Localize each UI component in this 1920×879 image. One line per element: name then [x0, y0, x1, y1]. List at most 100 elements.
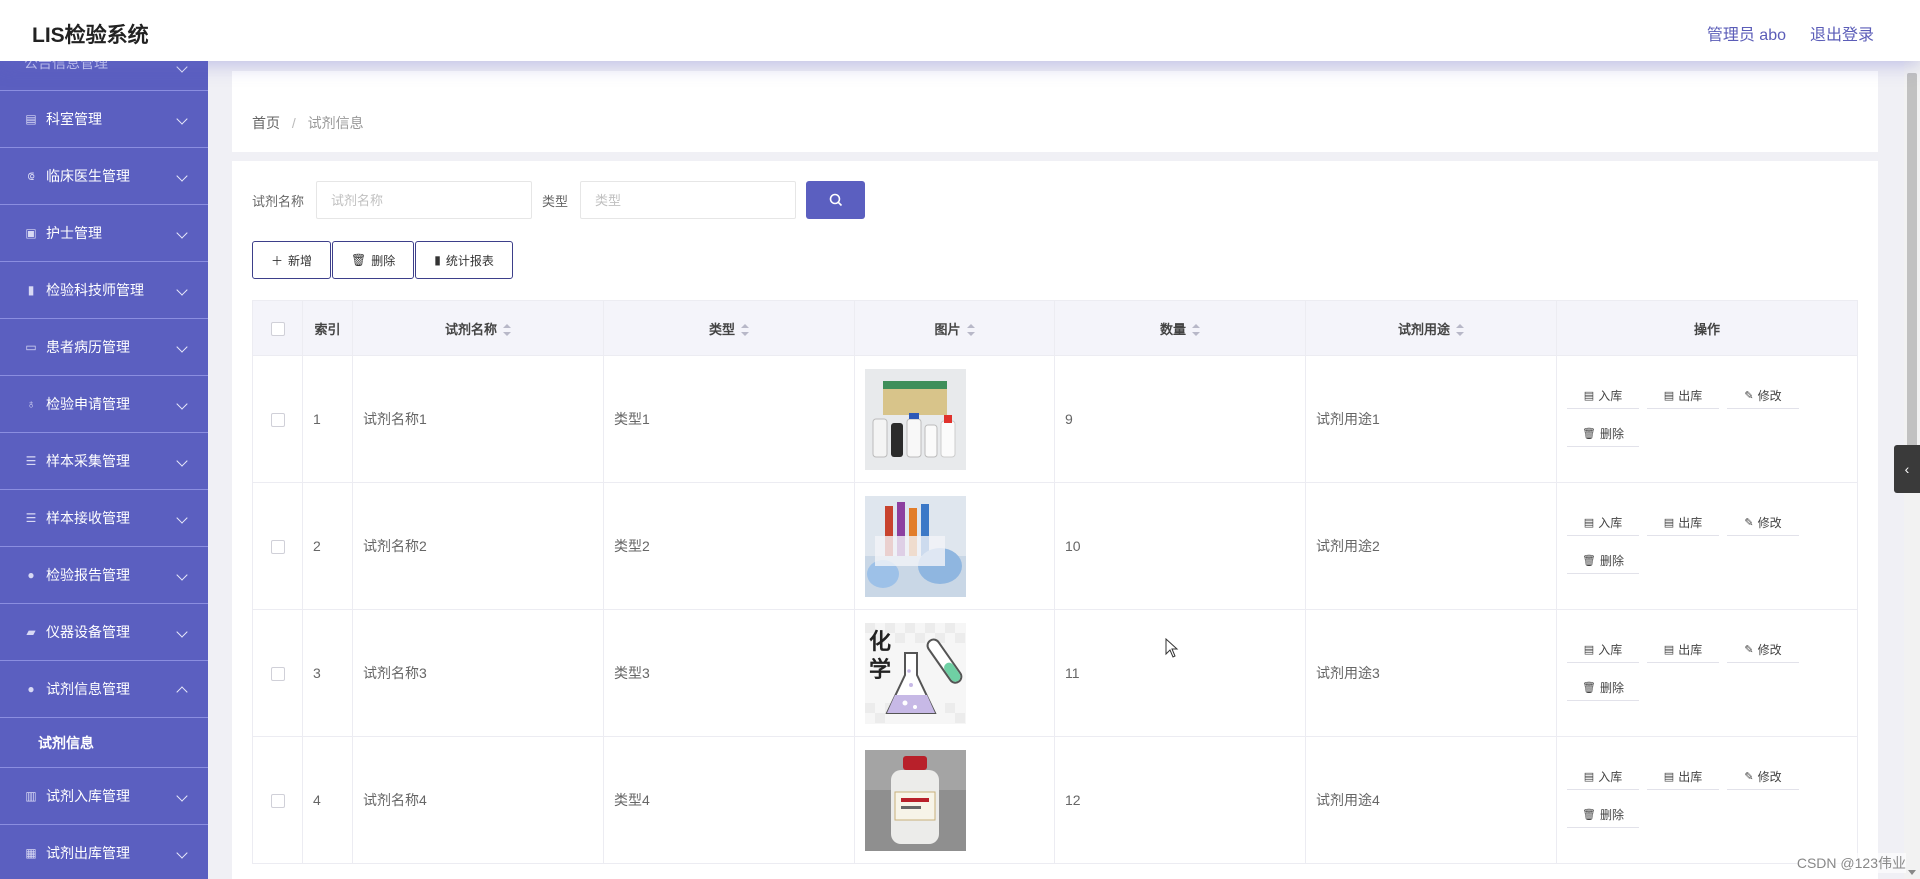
sidebar-item-announcements[interactable]: 公告信息管理	[0, 61, 208, 91]
current-user[interactable]: 管理员 abo	[1707, 21, 1786, 45]
bar-chart-icon: ▮	[27, 283, 35, 297]
select-all-checkbox[interactable]	[270, 321, 285, 336]
search-button[interactable]	[806, 181, 866, 219]
sidebar-item-label: 检验科技师管理	[46, 282, 144, 298]
sidebar-item-technicians[interactable]: ▮ 检验科技师管理	[0, 262, 208, 319]
stock-in-button[interactable]: ▤ 入库	[1567, 637, 1639, 663]
col-image[interactable]: 图片	[854, 300, 1055, 356]
cell-type: 类型3	[603, 609, 855, 737]
sidebar-item-sample-receiving[interactable]: ☰ 样本接收管理	[0, 490, 208, 547]
reagent-name-label: 试剂名称	[252, 193, 305, 209]
row-checkbox[interactable]	[270, 794, 285, 809]
report-button[interactable]: ▮ 统计报表	[415, 241, 513, 279]
edit-icon: ✎	[1744, 771, 1754, 783]
lab-tubes-photo[interactable]	[865, 495, 966, 597]
stock-out-button[interactable]: ▤ 出库	[1647, 637, 1719, 663]
stock-out-button[interactable]: ▤ 出库	[1647, 764, 1719, 790]
type-label: 类型	[542, 193, 569, 209]
row-checkbox[interactable]	[270, 540, 285, 555]
document-icon: ▤	[1663, 390, 1675, 402]
table-row: 2 试剂名称2 类型2 10 试剂用途2 ▤ 入库 ▤ 出库 ✎ 修改 🗑 删除	[252, 482, 1858, 610]
sidebar-item-departments[interactable]: ▤ 科室管理	[0, 91, 208, 148]
sidebar-item-sample-collection[interactable]: ☰ 样本采集管理	[0, 433, 208, 490]
columns-icon: ▥	[25, 789, 37, 803]
cell-name: 试剂名称1	[352, 355, 604, 483]
scroll-down-arrow-icon[interactable]	[1908, 870, 1916, 875]
sidebar-item-label: 样本接收管理	[46, 510, 130, 526]
row-delete-button[interactable]: 🗑 删除	[1567, 675, 1639, 701]
stock-out-button[interactable]: ▤ 出库	[1647, 383, 1719, 409]
delete-button[interactable]: 🗑 删除	[332, 241, 415, 279]
reagent-bottle-photo[interactable]	[865, 749, 966, 851]
row-delete-button[interactable]: 🗑 删除	[1567, 421, 1639, 447]
sidebar-item-reagent-info[interactable]: ● 试剂信息管理	[0, 661, 208, 718]
cell-image: 化 学	[854, 609, 1055, 737]
breadcrumb-separator: /	[291, 115, 296, 131]
sidebar-item-test-reports[interactable]: ● 检验报告管理	[0, 547, 208, 604]
stock-in-button[interactable]: ▤ 入库	[1567, 764, 1639, 790]
reagent-name-input[interactable]	[316, 181, 533, 219]
row-delete-button[interactable]: 🗑 删除	[1567, 548, 1639, 574]
ticket-icon: ▰	[26, 625, 36, 639]
app-title: LIS检验系统	[32, 24, 149, 47]
col-usage[interactable]: 试剂用途	[1305, 300, 1557, 356]
edit-button[interactable]: ✎ 修改	[1727, 637, 1799, 663]
chevron-down-icon	[176, 512, 188, 524]
chemistry-flask-illustration[interactable]: 化 学	[865, 622, 966, 724]
sidebar-item-doctors[interactable]: ⟃ 临床医生管理	[0, 148, 208, 205]
sort-icon[interactable]	[503, 324, 511, 337]
col-quantity[interactable]: 数量	[1054, 300, 1306, 356]
sidebar-item-nurses[interactable]: ▣ 护士管理	[0, 205, 208, 262]
sort-icon[interactable]	[741, 324, 749, 337]
sidebar-item-reagent-stock-in[interactable]: ▥ 试剂入库管理	[0, 768, 208, 825]
breadcrumb-home[interactable]: 首页	[252, 115, 280, 131]
col-actions: 操作	[1556, 300, 1858, 356]
row-delete-button[interactable]: 🗑 删除	[1567, 802, 1639, 828]
sort-icon[interactable]	[1456, 324, 1464, 337]
cell-usage: 试剂用途3	[1305, 609, 1557, 737]
row-checkbox[interactable]	[270, 413, 285, 428]
row-checkbox[interactable]	[270, 667, 285, 682]
col-type[interactable]: 类型	[603, 300, 855, 356]
watermark: CSDN @123伟业	[1796, 853, 1906, 873]
stock-out-button[interactable]: ▤ 出库	[1647, 510, 1719, 536]
document-icon: ▤	[1663, 517, 1675, 529]
sidebar-item-test-requests[interactable]: ♁ 检验申请管理	[0, 376, 208, 433]
chevron-down-icon	[176, 284, 188, 296]
sidebar-item-label: 科室管理	[46, 111, 102, 127]
add-button[interactable]: ＋ 新增	[252, 241, 332, 279]
type-input[interactable]	[580, 181, 797, 219]
sort-icon[interactable]	[966, 324, 975, 337]
trash-icon: 🗑	[351, 253, 367, 267]
logout-link[interactable]: 退出登录	[1810, 21, 1874, 45]
sidebar-item-patient-records[interactable]: ▭ 患者病历管理	[0, 319, 208, 376]
submenu-item-reagent-info[interactable]: 试剂信息	[0, 718, 208, 768]
reagent-kit-photo[interactable]	[865, 368, 966, 470]
chevron-down-icon	[176, 847, 188, 859]
microphone-icon: ♁	[26, 397, 36, 411]
cell-name: 试剂名称4	[352, 736, 604, 864]
edit-button[interactable]: ✎ 修改	[1727, 764, 1799, 790]
edit-button[interactable]: ✎ 修改	[1727, 510, 1799, 536]
cell-type: 类型4	[603, 736, 855, 864]
document-icon: ▤	[1583, 644, 1595, 656]
sort-icon[interactable]	[1192, 324, 1200, 337]
list-icon: ☰	[25, 511, 37, 525]
row-check-cell	[252, 355, 303, 483]
col-name[interactable]: 试剂名称	[352, 300, 604, 356]
breadcrumb-card: 首页 / 试剂信息	[232, 71, 1878, 152]
search-bar: 试剂名称 类型	[252, 181, 866, 219]
sidebar-item-label: 样本采集管理	[46, 453, 130, 469]
sidebar-item-equipment[interactable]: ▰ 仪器设备管理	[0, 604, 208, 661]
stock-in-button[interactable]: ▤ 入库	[1567, 383, 1639, 409]
edit-button[interactable]: ✎ 修改	[1727, 383, 1799, 409]
main-content: 首页 / 试剂信息 试剂名称 类型 ＋ 新增 🗑 删	[208, 61, 1904, 879]
stock-in-button[interactable]: ▤ 入库	[1567, 510, 1639, 536]
cell-actions: ▤ 入库 ▤ 出库 ✎ 修改 🗑 删除	[1556, 355, 1858, 483]
chevron-down-icon	[176, 170, 188, 182]
sidebar-item-label: 患者病历管理	[46, 339, 130, 355]
scrollbar-thumb[interactable]	[1907, 73, 1917, 453]
cell-usage: 试剂用途4	[1305, 736, 1557, 864]
sidebar-item-reagent-stock-out[interactable]: ▦ 试剂出库管理	[0, 825, 208, 879]
side-panel-toggle[interactable]: ‹	[1894, 445, 1920, 493]
